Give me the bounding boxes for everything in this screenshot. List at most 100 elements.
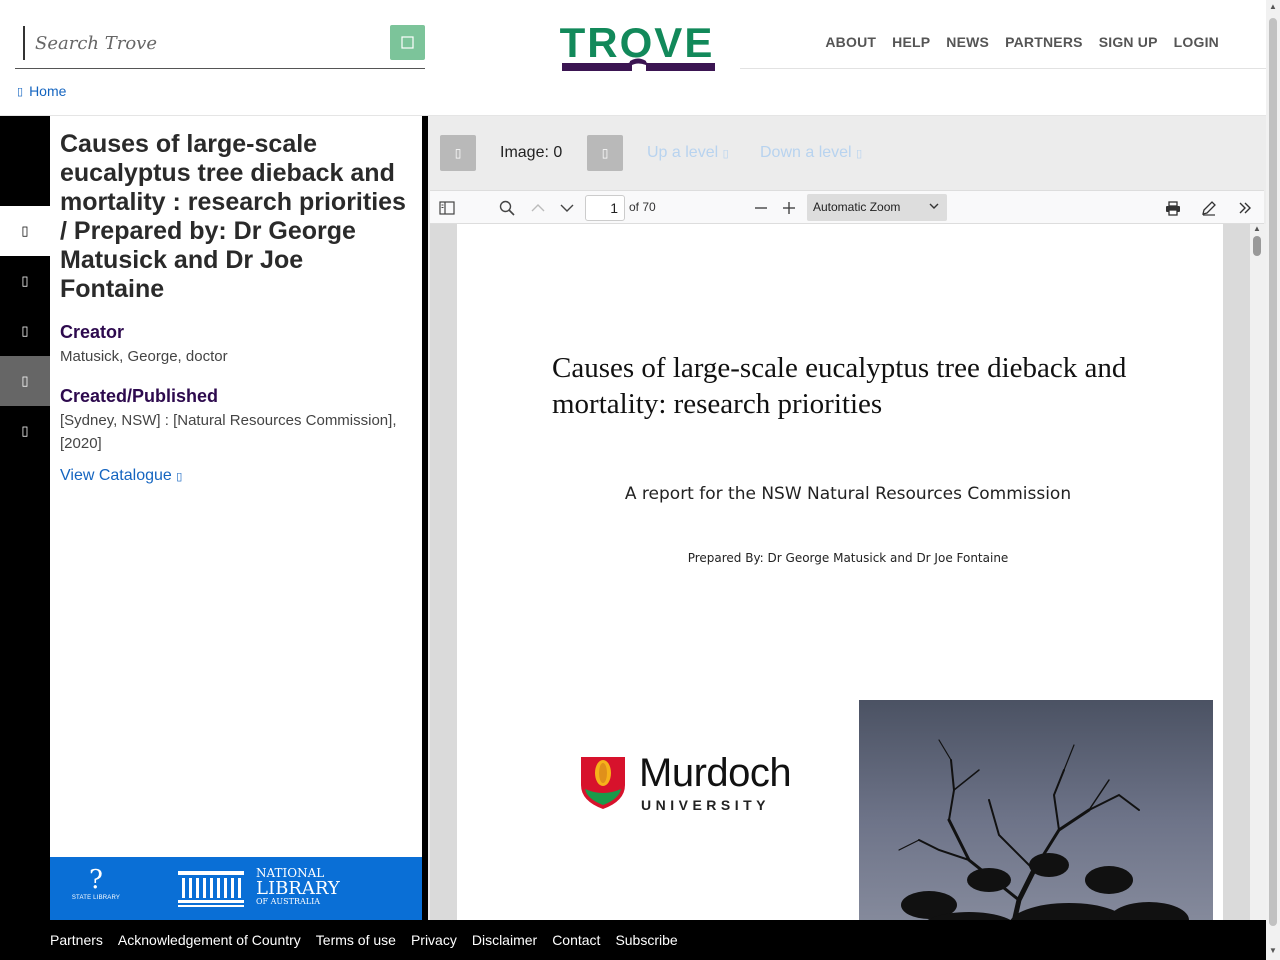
rail-button-list[interactable]: ▯: [0, 256, 50, 306]
arrow-down-icon: ▯: [856, 148, 863, 160]
find-icon[interactable]: [496, 197, 518, 219]
footer-privacy[interactable]: Privacy: [411, 932, 457, 948]
page-scroll-up-icon[interactable]: ▲: [1269, 2, 1277, 11]
share-icon: ▯: [21, 373, 29, 388]
search-caret: [23, 26, 25, 60]
site-header: TROVE ABOUT HELP NEWS PARTNERS SIGN UP L…: [0, 0, 1266, 116]
pdf-toolbar: 1 of 70 Automatic Zoom: [430, 190, 1264, 224]
creator-label: Creator: [60, 322, 125, 342]
rail-button-download[interactable]: ▯: [0, 406, 50, 456]
annotate-pen-icon[interactable]: [1198, 197, 1220, 219]
state-library-logo[interactable]: ? STATE LIBRARY: [66, 865, 126, 913]
nav-partners[interactable]: PARTNERS: [1005, 34, 1083, 50]
home-icon: ▯: [17, 85, 24, 98]
pdf-scroll-thumb[interactable]: [1253, 236, 1261, 256]
down-level-link[interactable]: Down a level ▯: [760, 144, 862, 162]
site-footer: Partners Acknowledgement of Country Term…: [0, 920, 1266, 960]
list-icon: ▯: [21, 273, 29, 288]
breadcrumb-home[interactable]: Home: [29, 83, 66, 99]
footer-contact[interactable]: Contact: [552, 932, 600, 948]
murdoch-name: Murdoch: [639, 751, 792, 795]
partners-band: ? STATE LIBRARY NATIONAL LIBRARY OF AUST…: [50, 857, 422, 920]
view-catalogue-label: View Catalogue: [60, 467, 172, 484]
zoom-select[interactable]: Automatic Zoom: [807, 194, 947, 221]
published-value: [Sydney, NSW] : [Natural Resources Commi…: [60, 412, 397, 452]
page-number-input[interactable]: 1: [585, 195, 625, 221]
search-box: [15, 24, 425, 69]
creator-value: Matusick, George, doctor: [60, 348, 228, 365]
footer-disclaimer[interactable]: Disclaimer: [472, 932, 537, 948]
pdf-page-title: Causes of large-scale eucalyptus tree di…: [552, 352, 1127, 420]
murdoch-crest-icon: [581, 757, 625, 809]
murdoch-university-logo: Murdoch UNIVERSITY: [579, 749, 829, 819]
arrow-up-icon: ▯: [722, 148, 729, 160]
rail-button-info[interactable]: ▯: [0, 206, 50, 256]
page-up-icon[interactable]: [527, 197, 549, 219]
nav-help[interactable]: HELP: [892, 34, 930, 50]
page-scroll-thumb[interactable]: [1269, 18, 1277, 926]
document-viewer: ▯ Image: 0 ▯ Up a level ▯ Down a level ▯…: [428, 116, 1266, 920]
image-counter: Image: 0: [500, 144, 563, 161]
next-image-button[interactable]: ▯: [587, 135, 623, 171]
zoom-select-value: Automatic Zoom: [813, 200, 901, 214]
footer-acknowledgement[interactable]: Acknowledgement of Country: [118, 932, 301, 948]
breadcrumb: ▯ Home: [17, 83, 66, 99]
page-scrollbar[interactable]: ▲ ▼: [1266, 0, 1280, 960]
pdf-page-subtitle: A report for the NSW Natural Resources C…: [624, 484, 1072, 504]
nla-line-2: LIBRARY: [256, 878, 340, 899]
pdf-page-prepared-by: Prepared By: Dr George Matusick and Dr J…: [687, 551, 1009, 565]
published-label: Created/Published: [60, 386, 219, 406]
pdf-scrollbar[interactable]: ▲: [1250, 224, 1266, 920]
page-scroll-down-icon[interactable]: ▼: [1269, 946, 1277, 955]
nav-news[interactable]: NEWS: [946, 34, 989, 50]
print-icon[interactable]: [1162, 197, 1184, 219]
cover-photo: [859, 700, 1213, 920]
pdf-page: Causes of large-scale eucalyptus tree di…: [457, 224, 1223, 920]
search-button[interactable]: [390, 25, 425, 60]
scroll-up-icon[interactable]: ▲: [1253, 224, 1261, 233]
view-catalogue-link[interactable]: View Catalogue ▯: [60, 467, 182, 485]
up-level-label: Up a level: [647, 144, 719, 161]
nla-building-icon: [178, 871, 244, 907]
state-library-mark: ?: [89, 865, 103, 895]
trove-logo[interactable]: TROVE: [535, 18, 740, 78]
top-nav: ABOUT HELP NEWS PARTNERS SIGN UP LOGIN: [825, 34, 1219, 50]
prev-image-button[interactable]: ▯: [440, 135, 476, 171]
footer-partners[interactable]: Partners: [50, 932, 103, 948]
pdf-canvas-area[interactable]: Causes of large-scale eucalyptus tree di…: [430, 224, 1264, 920]
rail-button-blank: [0, 116, 50, 166]
nav-sign-up[interactable]: SIGN UP: [1099, 34, 1158, 50]
chevron-left-icon: ▯: [454, 146, 462, 160]
footer-subscribe[interactable]: Subscribe: [615, 932, 677, 948]
state-library-text: STATE LIBRARY: [71, 895, 121, 901]
download-icon: ▯: [21, 423, 29, 438]
record-title: Causes of large-scale eucalyptus tree di…: [60, 130, 406, 303]
down-level-label: Down a level: [760, 144, 852, 161]
up-level-link[interactable]: Up a level ▯: [647, 144, 729, 162]
rail-button-share[interactable]: ▯: [0, 356, 50, 406]
record-info-panel: Causes of large-scale eucalyptus tree di…: [50, 116, 422, 858]
nla-text: NATIONAL LIBRARY OF AUSTRALIA: [256, 867, 340, 907]
cite-icon: ▯: [21, 323, 29, 338]
footer-terms[interactable]: Terms of use: [316, 932, 396, 948]
chevron-right-icon: ▯: [601, 146, 609, 160]
chevron-down-icon: [929, 194, 939, 221]
nla-logo[interactable]: NATIONAL LIBRARY OF AUSTRALIA: [176, 867, 346, 911]
page-down-icon[interactable]: [556, 197, 578, 219]
murdoch-university-text: UNIVERSITY: [641, 797, 771, 813]
sidebar-toggle-icon[interactable]: [436, 197, 458, 219]
external-link-icon: ▯: [176, 471, 183, 483]
nav-login[interactable]: LOGIN: [1174, 34, 1219, 50]
more-tools-icon[interactable]: [1234, 197, 1256, 219]
search-input[interactable]: [35, 28, 385, 58]
side-rail: ▯ ▯ ▯ ▯ ▯: [0, 116, 50, 920]
info-icon: ▯: [21, 223, 29, 238]
nav-about[interactable]: ABOUT: [825, 34, 876, 50]
header-rule: [740, 68, 1266, 69]
zoom-in-icon[interactable]: [778, 197, 800, 219]
footer-links: Partners Acknowledgement of Country Term…: [50, 932, 678, 948]
page-count: of 70: [629, 200, 656, 214]
search-icon: [400, 35, 414, 49]
rail-button-cite[interactable]: ▯: [0, 306, 50, 356]
zoom-out-icon[interactable]: [750, 197, 772, 219]
